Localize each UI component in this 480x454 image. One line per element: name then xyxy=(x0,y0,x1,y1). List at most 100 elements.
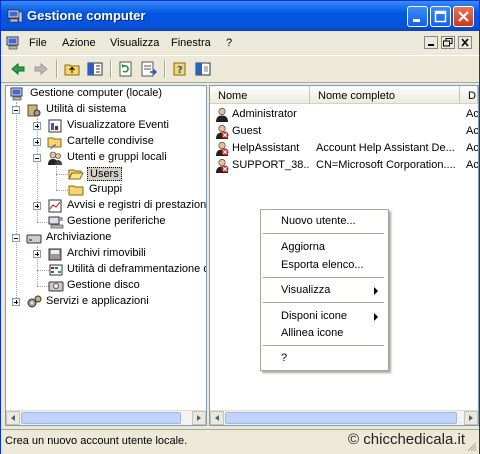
expand-toggle[interactable] xyxy=(33,122,41,130)
scroll-left-button[interactable] xyxy=(210,411,224,425)
computer-management-icon xyxy=(7,9,23,23)
cell-description: Ac xyxy=(466,108,478,120)
tree-label: Cartelle condivise xyxy=(67,135,154,147)
list-row[interactable]: Administrator Ac xyxy=(210,107,478,123)
tree-pane[interactable]: Gestione computer (locale) Utilità di si… xyxy=(5,85,207,426)
tree-connector xyxy=(56,166,57,190)
collapse-toggle[interactable] xyxy=(12,234,20,242)
menu-item-new-user[interactable]: Nuovo utente... xyxy=(281,215,356,227)
scrollbar-thumb[interactable] xyxy=(21,412,181,424)
expand-toggle[interactable] xyxy=(12,298,20,306)
toolbar-separator xyxy=(56,60,58,78)
menu-separator xyxy=(263,233,384,234)
computer-management-icon xyxy=(10,87,23,101)
list-row[interactable]: HelpAssistant Account Help Assistant De.… xyxy=(210,141,478,157)
resize-grip-icon[interactable] xyxy=(467,442,477,452)
collapse-toggle[interactable] xyxy=(12,106,20,114)
column-header-description[interactable]: D xyxy=(460,86,478,104)
tree-horizontal-scrollbar[interactable] xyxy=(6,410,206,425)
mdi-restore-button[interactable] xyxy=(441,36,455,49)
mdi-close-button[interactable] xyxy=(458,36,472,49)
storage-icon xyxy=(26,234,42,244)
tree-label: Gestione periferiche xyxy=(67,215,166,227)
menu-item-refresh[interactable]: Aggiorna xyxy=(281,241,325,253)
toolbar-separator xyxy=(110,60,112,78)
status-text: Crea un nuovo account utente locale. xyxy=(5,435,188,447)
tree-label: Utilità di deframmentazione dischi xyxy=(67,263,206,275)
console-icon[interactable] xyxy=(6,35,22,51)
column-header-full-name[interactable]: Nome completo xyxy=(310,86,460,104)
expand-toggle[interactable] xyxy=(33,250,41,258)
scroll-right-button[interactable] xyxy=(464,411,478,425)
tree-label: Utilità di sistema xyxy=(46,103,127,115)
tree-label: Avvisi e registri di prestazioni xyxy=(67,199,207,211)
mdi-minimize-button[interactable] xyxy=(424,36,438,49)
services-icon xyxy=(27,295,42,308)
scroll-right-button[interactable] xyxy=(192,411,206,425)
menu-item-help[interactable]: ? xyxy=(281,352,287,364)
app-window: Gestione computer File Azione Visualizza… xyxy=(0,0,480,454)
submenu-arrow-icon xyxy=(374,313,378,321)
menu-separator xyxy=(263,302,384,303)
show-hide-tree-icon[interactable] xyxy=(86,60,104,78)
menu-file[interactable]: File xyxy=(29,37,47,49)
menu-bar: File Azione Visualizza Finestra ? xyxy=(1,32,479,54)
forward-icon[interactable] xyxy=(32,60,50,78)
removable-storage-icon xyxy=(48,248,62,261)
cell-description: Ac xyxy=(466,142,478,154)
column-header-name[interactable]: Nome xyxy=(210,86,310,104)
collapse-toggle[interactable] xyxy=(33,154,41,162)
scrollbar-thumb[interactable] xyxy=(225,412,457,424)
cell-name: Administrator xyxy=(232,108,297,120)
system-tools-icon xyxy=(27,104,41,117)
refresh-icon[interactable] xyxy=(117,60,135,78)
user-disabled-icon xyxy=(216,158,229,173)
up-folder-icon[interactable] xyxy=(63,60,81,78)
menu-visualizza[interactable]: Visualizza xyxy=(110,37,159,49)
watermark: © chicchedicala.it xyxy=(348,431,465,448)
window-title: Gestione computer xyxy=(27,8,146,23)
list-horizontal-scrollbar[interactable] xyxy=(210,410,478,425)
cell-description: Ac xyxy=(466,125,478,137)
menu-item-arrange-icons[interactable]: Disponi icone xyxy=(281,310,347,322)
minimize-button[interactable] xyxy=(407,6,428,27)
defrag-icon xyxy=(49,264,63,276)
scroll-left-button[interactable] xyxy=(6,411,20,425)
users-groups-icon xyxy=(48,151,62,165)
cell-full-name: CN=Microsoft Corporation.... xyxy=(316,159,456,171)
maximize-icon xyxy=(434,10,447,23)
expand-toggle[interactable] xyxy=(33,202,41,210)
list-row[interactable]: Guest Ac xyxy=(210,124,478,140)
status-bar: Crea un nuovo account utente locale. © c… xyxy=(1,429,479,454)
menu-item-export-list[interactable]: Esporta elenco... xyxy=(281,259,364,271)
menu-help[interactable]: ? xyxy=(226,37,232,49)
context-menu: Nuovo utente... Aggiorna Esporta elenco.… xyxy=(260,209,389,371)
arrow-right-icon xyxy=(469,415,473,421)
expand-toggle[interactable] xyxy=(33,138,41,146)
export-list-icon[interactable] xyxy=(140,60,158,78)
menu-item-view[interactable]: Visualizza xyxy=(281,284,330,296)
back-icon[interactable] xyxy=(9,60,27,78)
help-icon[interactable]: ? xyxy=(171,60,189,78)
list-row[interactable]: SUPPORT_38... CN=Microsoft Corporation..… xyxy=(210,158,478,174)
menu-azione[interactable]: Azione xyxy=(62,37,96,49)
tree-label: Utenti e gruppi locali xyxy=(67,151,167,163)
menu-separator xyxy=(263,277,384,278)
menu-finestra[interactable]: Finestra xyxy=(171,37,211,49)
user-disabled-icon xyxy=(216,141,229,156)
event-viewer-icon xyxy=(48,119,62,133)
maximize-button[interactable] xyxy=(430,6,451,27)
cell-description: Ac xyxy=(466,159,478,171)
toolbar: ? xyxy=(1,55,479,83)
menu-separator xyxy=(263,345,384,346)
menu-item-align-icons[interactable]: Allinea icone xyxy=(281,327,343,339)
close-button[interactable] xyxy=(453,6,474,27)
close-icon xyxy=(458,11,469,22)
properties-icon[interactable] xyxy=(194,60,212,78)
restore-icon xyxy=(443,38,453,47)
arrow-left-icon xyxy=(11,415,15,421)
disk-management-icon xyxy=(48,281,64,292)
user-icon xyxy=(216,107,228,122)
tree-label: Visualizzatore Eventi xyxy=(67,119,169,131)
title-bar[interactable]: Gestione computer xyxy=(1,1,479,31)
